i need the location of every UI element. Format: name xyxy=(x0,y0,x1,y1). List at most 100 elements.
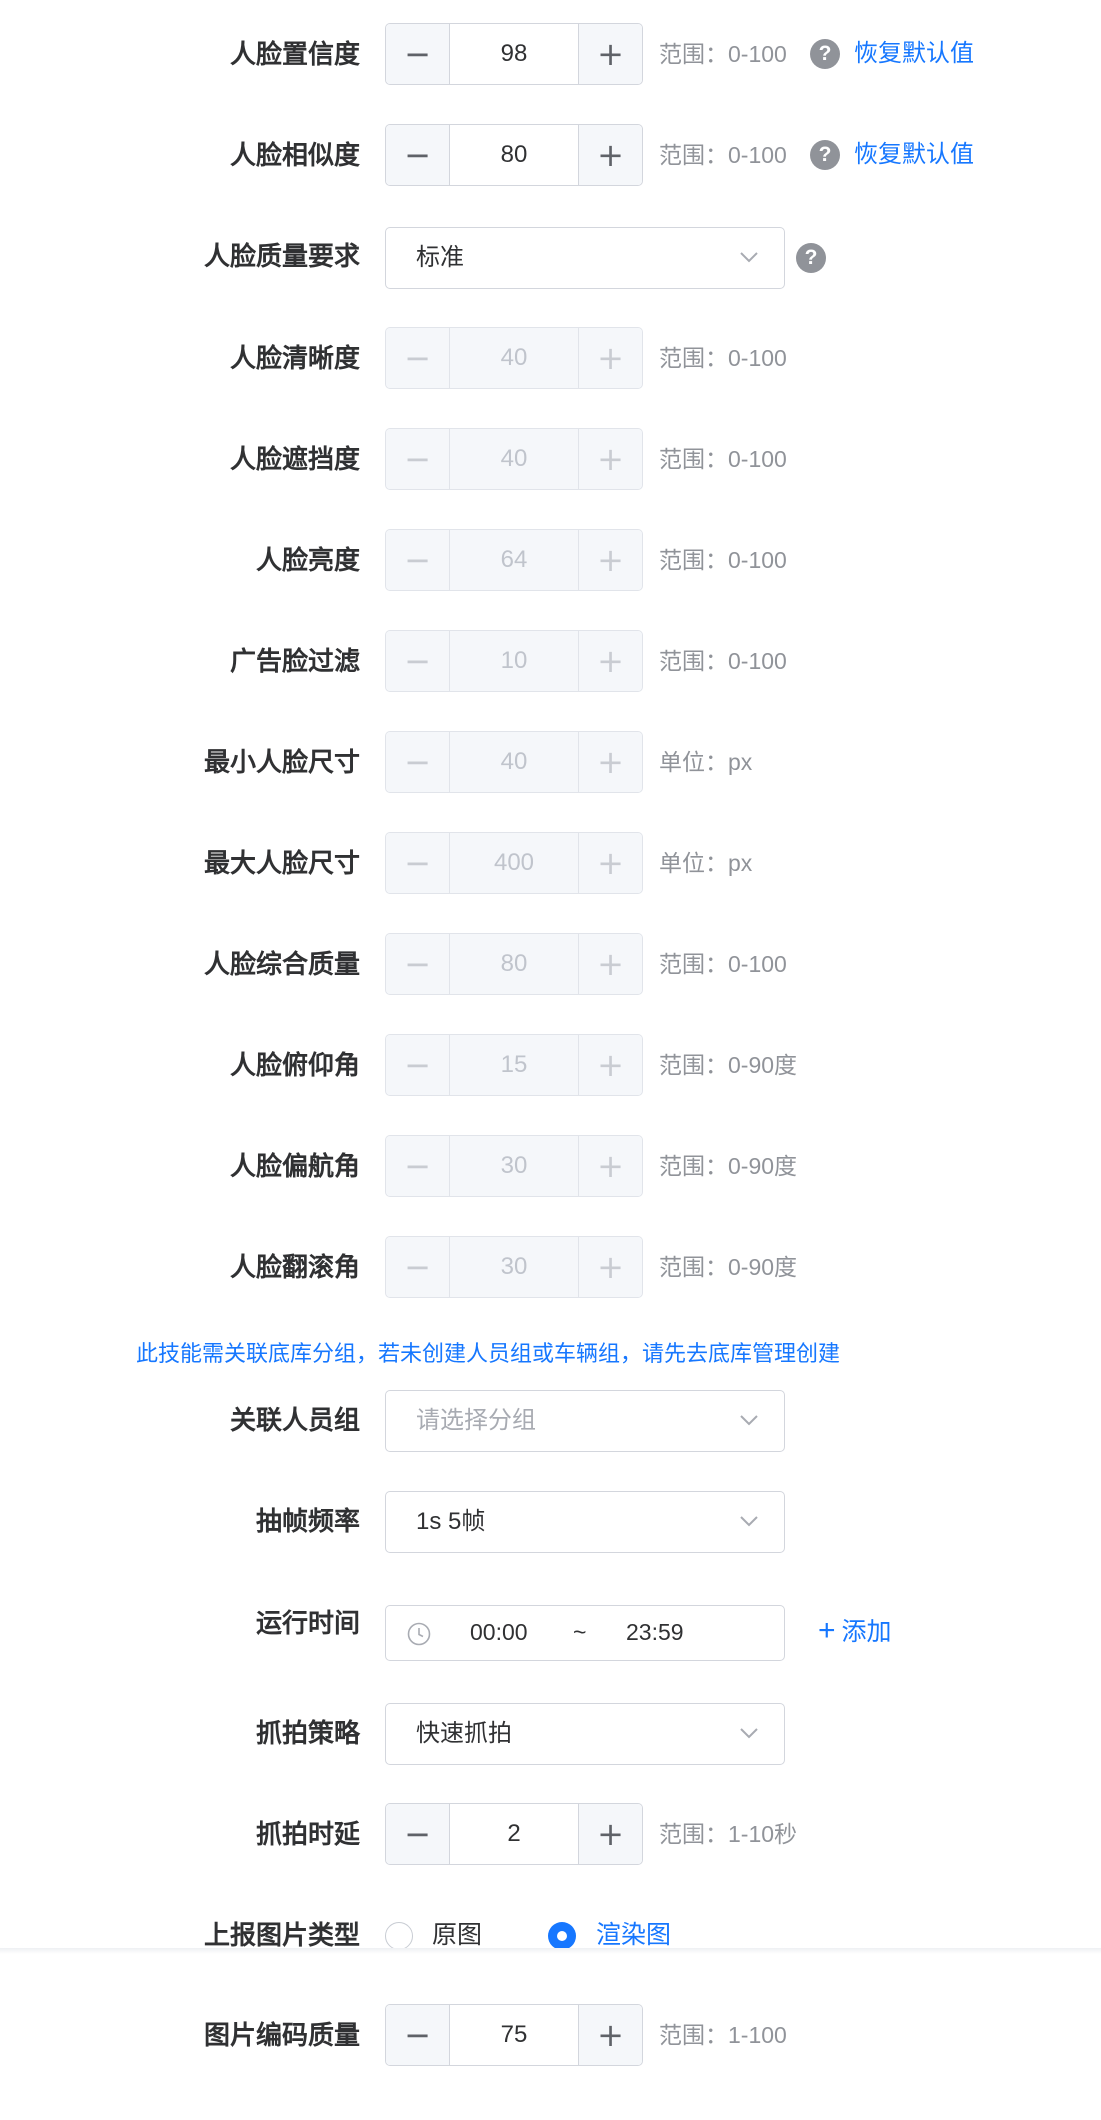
start-time[interactable]: 00:00 xyxy=(470,1606,528,1659)
group-label: 关联人员组 xyxy=(229,1405,360,1435)
brightness-hint: 范围：0-100 xyxy=(659,547,787,573)
increment-button: + xyxy=(578,934,642,994)
help-icon[interactable]: ? xyxy=(796,243,826,273)
quality-requirement-label: 人脸质量要求 xyxy=(203,241,360,271)
radio-rendered-label[interactable]: 渲染图 xyxy=(596,1918,671,1952)
decrement-button[interactable]: − xyxy=(386,1804,450,1864)
brightness-stepper: − 64 + xyxy=(385,529,643,591)
confidence-input[interactable]: 98 xyxy=(450,24,578,84)
capture-delay-hint: 范围：1-10秒 xyxy=(659,1821,798,1847)
pitch-angle-input: 15 xyxy=(450,1035,578,1095)
frame-rate-label: 抽帧频率 xyxy=(255,1506,360,1536)
overall-quality-hint: 范围：0-100 xyxy=(659,951,787,977)
roll-angle-hint: 范围：0-90度 xyxy=(659,1254,798,1280)
encode-quality-input[interactable]: 75 xyxy=(450,2005,578,2065)
min-face-size-label: 最小人脸尺寸 xyxy=(203,747,360,777)
roll-angle-input: 30 xyxy=(450,1237,578,1297)
brightness-input: 64 xyxy=(450,530,578,590)
help-icon[interactable]: ? xyxy=(810,140,840,170)
encode-quality-label: 图片编码质量 xyxy=(203,2020,360,2050)
select-value: 标准 xyxy=(416,244,464,271)
capture-delay-input[interactable]: 2 xyxy=(450,1804,578,1864)
yaw-angle-stepper: − 30 + xyxy=(385,1135,643,1197)
max-face-size-input: 400 xyxy=(450,833,578,893)
chevron-down-icon xyxy=(740,1516,758,1527)
max-face-size-label: 最大人脸尺寸 xyxy=(203,848,360,878)
help-icon[interactable]: ? xyxy=(810,39,840,69)
increment-button: + xyxy=(578,429,642,489)
select-placeholder: 请选择分组 xyxy=(416,1407,536,1434)
max-face-size-hint: 单位：px xyxy=(659,850,753,876)
yaw-angle-input: 30 xyxy=(450,1136,578,1196)
max-face-size-stepper: − 400 + xyxy=(385,832,643,894)
radio-original[interactable] xyxy=(385,1922,413,1950)
capture-delay-label: 抓拍时延 xyxy=(255,1819,360,1849)
decrement-button: − xyxy=(386,631,450,691)
run-time-label: 运行时间 xyxy=(255,1608,360,1638)
decrement-button[interactable]: − xyxy=(386,24,450,84)
decrement-button[interactable]: − xyxy=(386,2005,450,2065)
decrement-button: − xyxy=(386,429,450,489)
section-divider xyxy=(0,1948,1101,1954)
select-value: 快速抓拍 xyxy=(416,1720,512,1747)
yaw-angle-label: 人脸偏航角 xyxy=(229,1151,360,1181)
similarity-input[interactable]: 80 xyxy=(450,125,578,185)
encode-quality-stepper: − 75 + xyxy=(385,2004,643,2066)
sharpness-hint: 范围：0-100 xyxy=(659,345,787,371)
brightness-label: 人脸亮度 xyxy=(255,545,360,575)
capture-strategy-select[interactable]: 快速抓拍 xyxy=(385,1703,785,1765)
ad-face-filter-hint: 范围：0-100 xyxy=(659,648,787,674)
ad-face-filter-input: 10 xyxy=(450,631,578,691)
increment-button[interactable]: + xyxy=(578,125,642,185)
group-notice: 此技能需关联底库分组，若未创建人员组或车辆组，请先去底库管理创建 xyxy=(136,1341,841,1366)
occlusion-label: 人脸遮挡度 xyxy=(229,444,360,474)
radio-rendered[interactable] xyxy=(548,1922,576,1950)
increment-button: + xyxy=(578,833,642,893)
radio-original-label[interactable]: 原图 xyxy=(432,1918,482,1952)
increment-button[interactable]: + xyxy=(578,2005,642,2065)
min-face-size-hint: 单位：px xyxy=(659,749,753,775)
occlusion-hint: 范围：0-100 xyxy=(659,446,787,472)
increment-button: + xyxy=(578,1035,642,1095)
settings-form: 人脸置信度 − 98 + 范围：0-100 ? 恢复默认值 人脸相似度 − 80… xyxy=(0,0,1101,2120)
overall-quality-label: 人脸综合质量 xyxy=(203,949,360,979)
capture-strategy-label: 抓拍策略 xyxy=(255,1718,360,1748)
similarity-stepper: − 80 + xyxy=(385,124,643,186)
sharpness-stepper: − 40 + xyxy=(385,327,643,389)
clock-icon xyxy=(407,1622,431,1646)
min-face-size-input: 40 xyxy=(450,732,578,792)
roll-angle-label: 人脸翻滚角 xyxy=(229,1252,360,1282)
add-label: 添加 xyxy=(841,1618,892,1646)
frame-rate-select[interactable]: 1s 5帧 xyxy=(385,1491,785,1553)
decrement-button: − xyxy=(386,328,450,388)
increment-button: + xyxy=(578,1136,642,1196)
increment-button: + xyxy=(578,732,642,792)
quality-requirement-select[interactable]: 标准 xyxy=(385,227,785,289)
restore-default-link[interactable]: 恢复默认值 xyxy=(854,37,974,71)
confidence-hint: 范围：0-100 xyxy=(659,41,787,67)
chevron-down-icon xyxy=(740,1728,758,1739)
sharpness-label: 人脸清晰度 xyxy=(229,343,360,373)
pitch-angle-label: 人脸俯仰角 xyxy=(229,1050,360,1080)
decrement-button: − xyxy=(386,934,450,994)
increment-button[interactable]: + xyxy=(578,1804,642,1864)
image-type-label: 上报图片类型 xyxy=(203,1920,360,1950)
ad-face-filter-stepper: − 10 + xyxy=(385,630,643,692)
decrement-button: − xyxy=(386,1035,450,1095)
increment-button[interactable]: + xyxy=(578,24,642,84)
occlusion-stepper: − 40 + xyxy=(385,428,643,490)
sharpness-input: 40 xyxy=(450,328,578,388)
similarity-label: 人脸相似度 xyxy=(229,140,360,170)
increment-button: + xyxy=(578,631,642,691)
chevron-down-icon xyxy=(740,1415,758,1426)
add-time-button[interactable]: + 添加 xyxy=(818,1614,892,1649)
end-time[interactable]: 23:59 xyxy=(626,1606,684,1659)
occlusion-input: 40 xyxy=(450,429,578,489)
encode-quality-hint: 范围：1-100 xyxy=(659,2022,787,2048)
group-select[interactable]: 请选择分组 xyxy=(385,1390,785,1452)
plus-icon: + xyxy=(818,1614,836,1647)
decrement-button[interactable]: − xyxy=(386,125,450,185)
min-face-size-stepper: − 40 + xyxy=(385,731,643,793)
run-time-range-picker[interactable]: 00:00 ~ 23:59 xyxy=(385,1605,785,1661)
restore-default-link[interactable]: 恢复默认值 xyxy=(854,138,974,172)
